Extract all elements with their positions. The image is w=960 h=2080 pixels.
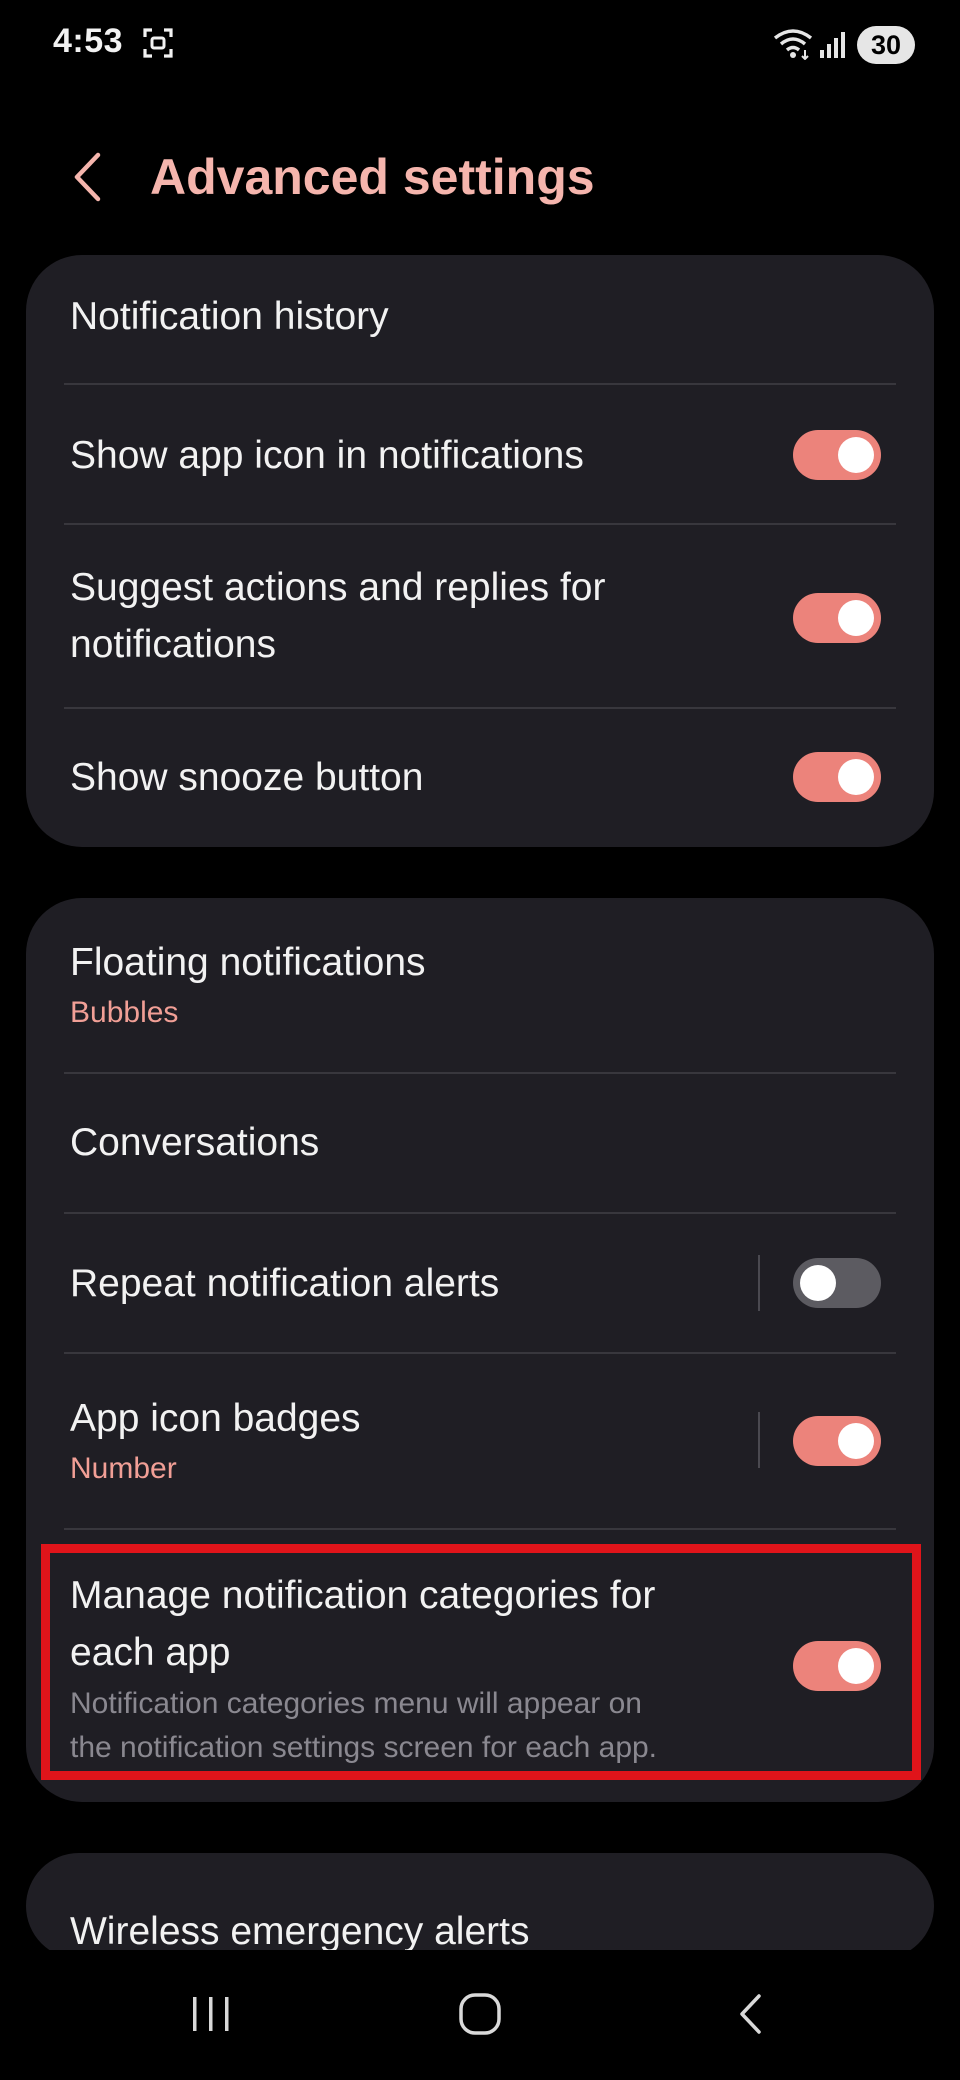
row-title: Floating notifications [70,941,426,984]
row-subtitle: Bubbles [70,996,179,1029]
back-button[interactable] [62,148,112,206]
wifi-icon [773,29,813,60]
app-icon-badges-toggle[interactable] [793,1416,881,1466]
wireless-emergency-alerts-row[interactable]: Wireless emergency alerts [26,1853,934,1959]
page-title: Advanced settings [150,149,595,205]
conversations-row[interactable]: Conversations [26,1074,934,1212]
recent-apps-button[interactable] [176,1984,246,2044]
row-subtitle: Number [70,1452,177,1485]
status-time: 4:53 [53,22,124,60]
row-title: Show snooze button [70,756,424,799]
notification-history-row[interactable]: Notification history [26,255,934,383]
show-app-icon-toggle[interactable] [793,430,881,480]
toggle-knob [838,600,874,636]
back-icon [740,1994,761,2034]
screen: 4:53 30 Advanced settings Notification h… [0,0,960,2080]
home-button[interactable] [445,1984,515,2044]
floating-notifications-row[interactable]: Floating notifications Bubbles [26,898,934,1072]
row-title: Repeat notification alerts [70,1262,500,1305]
notifications-card-3: Wireless emergency alerts [26,1853,934,1959]
repeat-alerts-row[interactable]: Repeat notification alerts [26,1214,934,1352]
battery-badge: 30 [857,26,915,64]
row-title: Show app icon in notifications [70,434,584,477]
highlight-box [41,1544,921,1780]
row-title: App icon badges [70,1397,361,1440]
status-bar: 4:53 30 [0,0,960,92]
toggle-knob [838,1423,874,1459]
navigation-bar [0,1950,960,2080]
repeat-alerts-toggle[interactable] [793,1258,881,1308]
signal-icon [820,32,845,58]
row-title: Notification history [70,295,389,338]
suggest-actions-toggle[interactable] [793,593,881,643]
home-icon [459,1993,501,2035]
suggest-actions-row[interactable]: Suggest actions and replies for notifica… [26,525,934,709]
show-app-icon-row[interactable]: Show app icon in notifications [26,385,934,525]
vertical-divider [758,1412,760,1468]
app-icon-badges-row[interactable]: App icon badges Number [26,1354,934,1528]
recent-apps-icon [193,1997,229,2031]
toggle-knob [838,437,874,473]
row-title-line2: notifications [70,623,276,666]
row-title-line1: Suggest actions and replies for [70,566,606,609]
header: Advanced settings [0,120,960,230]
show-snooze-toggle[interactable] [793,752,881,802]
notifications-card-1: Notification history Show app icon in no… [26,255,934,847]
toggle-knob [838,759,874,795]
show-snooze-row[interactable]: Show snooze button [26,709,934,847]
chevron-left-icon [74,152,101,202]
screenshot-icon [143,28,173,58]
toggle-knob [800,1265,836,1301]
back-nav-button[interactable] [715,1984,785,2044]
vertical-divider [758,1255,760,1311]
row-title: Conversations [70,1121,320,1164]
